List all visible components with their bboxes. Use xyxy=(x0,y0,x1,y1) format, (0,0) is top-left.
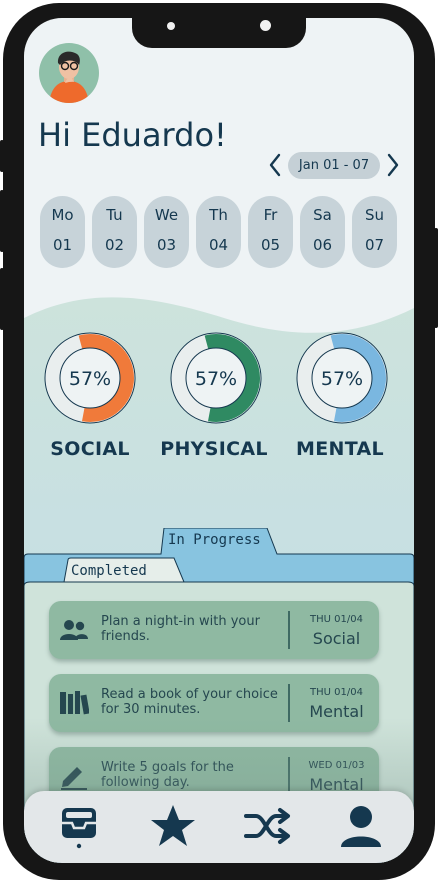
day-number: 02 xyxy=(104,236,125,254)
task-text: Plan a night-in with your friends. xyxy=(101,614,260,644)
divider xyxy=(288,684,290,722)
volume-down-button xyxy=(0,268,4,330)
nav-favorites[interactable] xyxy=(148,803,198,851)
day-number: 01 xyxy=(52,236,73,254)
divider xyxy=(288,757,290,795)
app-screen: Hi Eduardo! Jan 01 - 07 Mo 01 Tu 02 We 03 T… xyxy=(24,18,414,863)
date-range-selector: Jan 01 - 07 xyxy=(268,151,400,181)
books-icon xyxy=(60,691,89,715)
physical-label: PHYSICAL xyxy=(160,438,268,460)
day-name: Sa xyxy=(313,206,332,224)
mental-percent: 57% xyxy=(321,368,363,390)
chevron-right-icon[interactable] xyxy=(386,153,400,183)
date-range-pill[interactable]: Jan 01 - 07 xyxy=(288,152,380,179)
people-icon xyxy=(60,620,88,640)
inbox-icon xyxy=(62,808,96,849)
task-date: THU 01/04 xyxy=(310,687,363,698)
day-pill-thu[interactable]: Th 04 xyxy=(196,196,241,268)
social-label: SOCIAL xyxy=(50,438,130,460)
day-name: Fr xyxy=(263,206,278,224)
pencil-icon xyxy=(61,767,87,790)
star-icon xyxy=(151,805,195,846)
day-name: Mo xyxy=(51,206,74,224)
day-name: Th xyxy=(209,206,228,224)
tab-completed[interactable]: Completed xyxy=(71,563,147,579)
mental-label: MENTAL xyxy=(296,438,384,460)
shuffle-icon xyxy=(244,808,290,844)
day-number: 03 xyxy=(156,236,177,254)
phone-notch xyxy=(132,18,306,48)
physical-percent: 57% xyxy=(195,368,237,390)
mute-switch xyxy=(0,140,4,172)
task-category: Social xyxy=(312,629,361,648)
tab-in-progress[interactable]: In Progress xyxy=(168,532,261,548)
task-text: Write 5 goals for the following day. xyxy=(101,760,234,790)
task-text: Read a book of your choice for 30 minute… xyxy=(101,687,278,717)
day-name: We xyxy=(154,206,179,224)
avatar-illustration xyxy=(49,51,89,103)
task-category: Mental xyxy=(309,702,364,721)
sensor-dot xyxy=(167,22,175,30)
day-number: 05 xyxy=(260,236,281,254)
day-number: 07 xyxy=(364,236,385,254)
avatar[interactable] xyxy=(39,43,99,103)
day-number: 06 xyxy=(312,236,333,254)
day-pill-sun[interactable]: Su 07 xyxy=(352,196,397,268)
day-pill-tue[interactable]: Tu 02 xyxy=(92,196,137,268)
person-icon xyxy=(341,806,381,847)
week-day-selector: Mo 01 Tu 02 We 03 Th 04 Fr 05 Sa 06 Su 07 xyxy=(40,196,400,268)
social-progress-ring[interactable]: 57% xyxy=(43,331,137,425)
divider xyxy=(288,611,290,649)
day-name: Su xyxy=(364,206,385,224)
camera-dot xyxy=(260,20,271,31)
nav-shuffle[interactable] xyxy=(242,803,292,851)
day-pill-fri[interactable]: Fr 05 xyxy=(248,196,293,268)
day-number: 04 xyxy=(208,236,229,254)
bottom-nav xyxy=(24,791,414,863)
day-name: Tu xyxy=(106,206,123,224)
mental-progress-ring[interactable]: 57% xyxy=(295,331,389,425)
greeting-title: Hi Eduardo! xyxy=(38,116,227,154)
task-card[interactable]: Plan a night-in with your friends. THU 0… xyxy=(49,601,379,659)
volume-up-button xyxy=(0,190,4,252)
day-pill-mon[interactable]: Mo 01 xyxy=(40,196,85,268)
task-card[interactable]: Read a book of your choice for 30 minute… xyxy=(49,674,379,732)
task-date: THU 01/04 xyxy=(310,614,363,625)
power-button xyxy=(434,228,438,328)
social-percent: 57% xyxy=(69,368,111,390)
day-pill-wed[interactable]: We 03 xyxy=(144,196,189,268)
day-pill-sat[interactable]: Sa 06 xyxy=(300,196,345,268)
nav-profile[interactable] xyxy=(336,803,386,851)
nav-inbox[interactable] xyxy=(54,803,104,851)
physical-progress-ring[interactable]: 57% xyxy=(169,331,263,425)
task-date: WED 01/03 xyxy=(308,760,365,771)
chevron-left-icon[interactable] xyxy=(268,153,282,183)
